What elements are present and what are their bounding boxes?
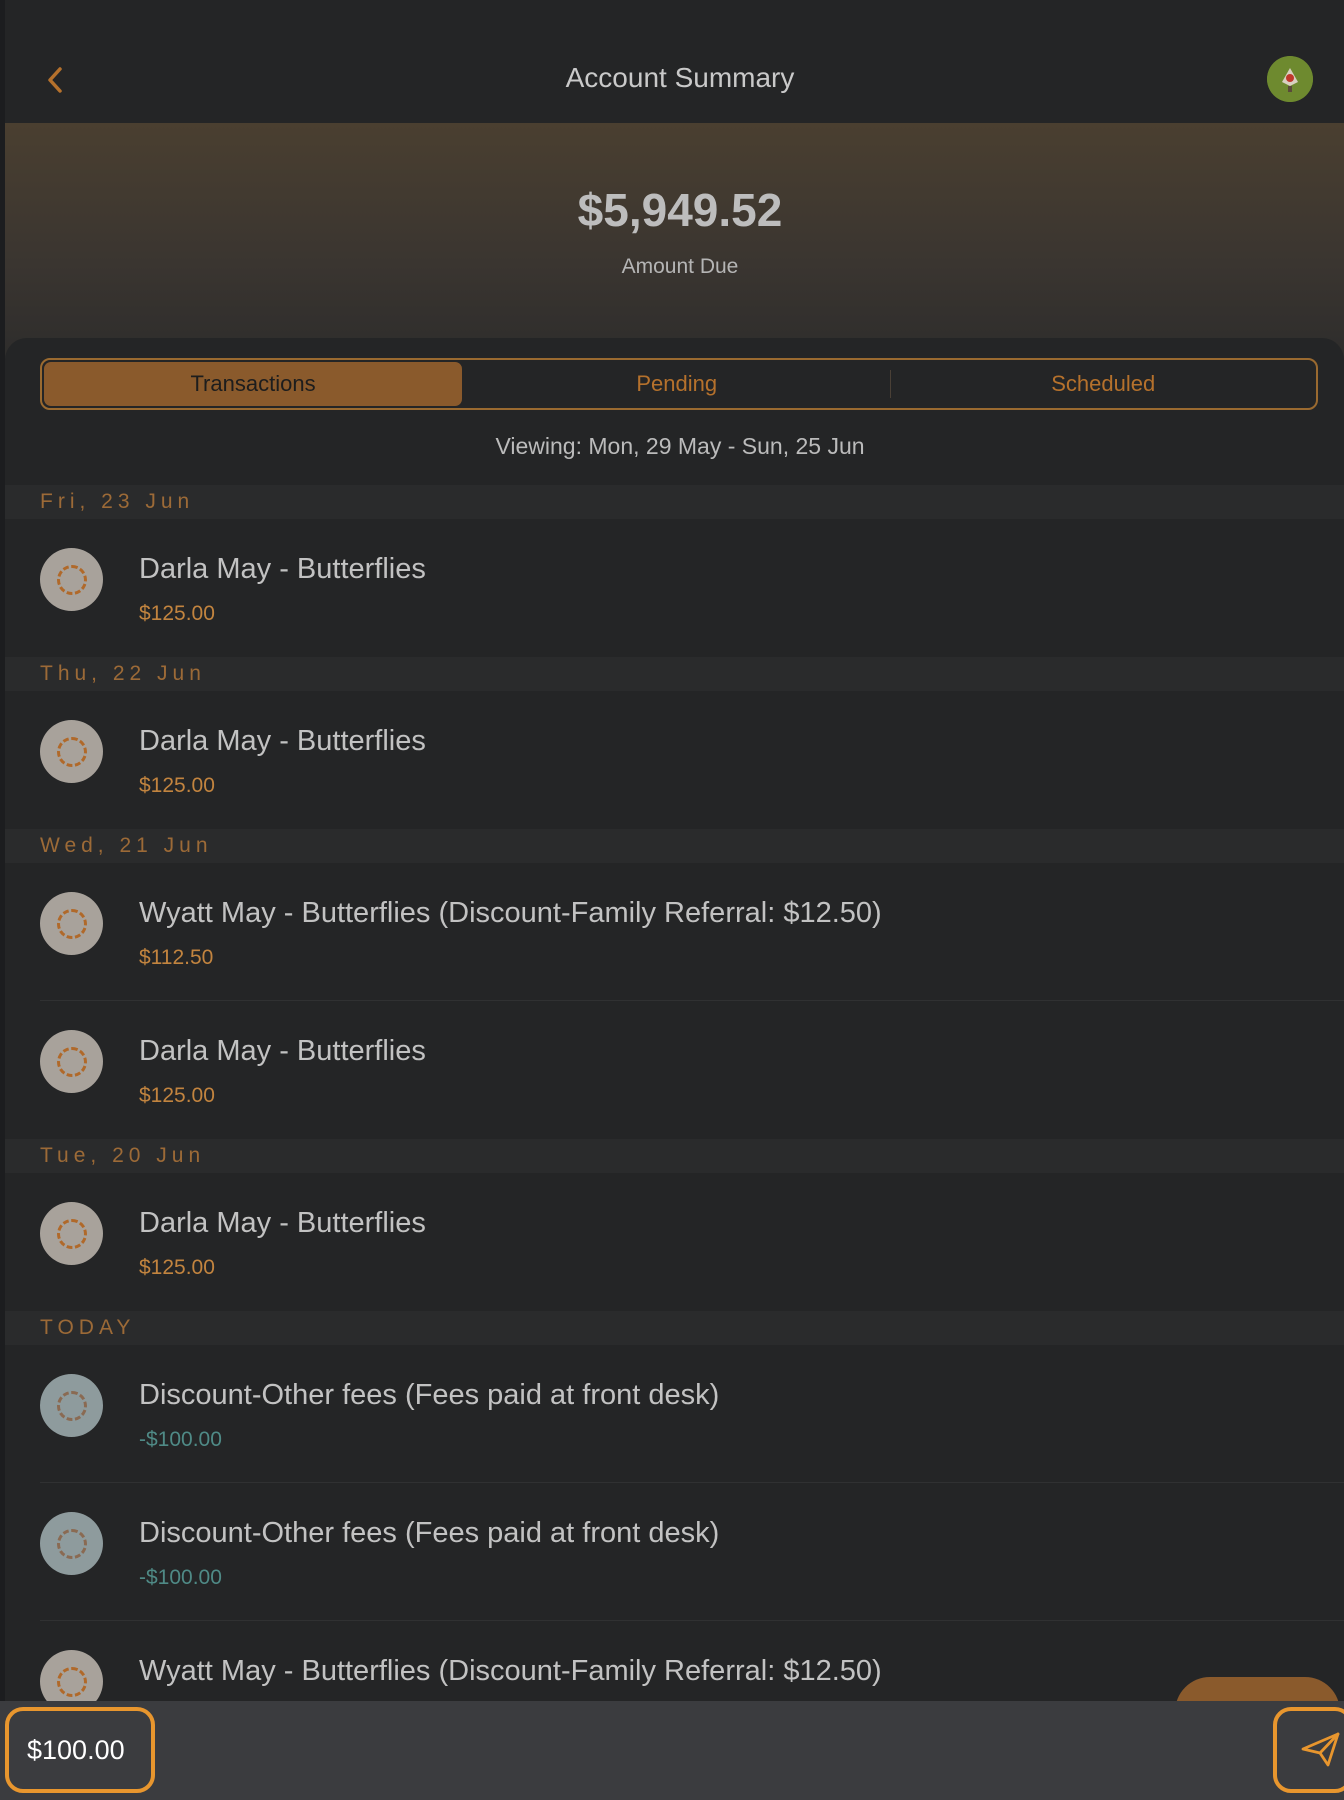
transaction-list: Fri, 23 Jun Darla May - Butterflies $125… <box>5 485 1344 1759</box>
item-title: Darla May - Butterflies <box>139 1035 426 1067</box>
item-amount: -$100.00 <box>139 1566 222 1589</box>
section-header: Tue, 20 Jun <box>5 1139 1344 1173</box>
pending-status-icon <box>40 1202 103 1265</box>
item-amount: $125.00 <box>139 774 215 797</box>
transactions-panel: Transactions Pending Scheduled Viewing: … <box>5 338 1344 1713</box>
item-amount: -$100.00 <box>139 1428 222 1451</box>
item-amount: $125.00 <box>139 1084 215 1107</box>
list-item[interactable]: Darla May - Butterflies $125.00 <box>5 691 1344 829</box>
pending-status-icon <box>40 548 103 611</box>
item-amount: $125.00 <box>139 1256 215 1279</box>
section-header: Fri, 23 Jun <box>5 485 1344 519</box>
paper-plane-icon <box>1301 1732 1340 1767</box>
item-amount: $112.50 <box>139 946 214 969</box>
avatar[interactable] <box>1267 56 1313 102</box>
nav-header: Account Summary <box>5 0 1344 123</box>
amount-due-banner: $5,949.52 Amount Due <box>5 123 1344 358</box>
pending-status-icon <box>40 1030 103 1093</box>
tab-scheduled[interactable]: Scheduled <box>891 360 1317 408</box>
section-header: TODAY <box>5 1311 1344 1345</box>
item-title: Discount-Other fees (Fees paid at front … <box>139 1517 720 1549</box>
pending-status-icon <box>40 720 103 783</box>
send-button[interactable] <box>1273 1707 1344 1793</box>
tab-transactions[interactable]: Transactions <box>44 362 462 406</box>
app-screen: Account Summary $5,949.52 Amount Due Tra… <box>5 0 1344 1800</box>
section-header: Wed, 21 Jun <box>5 829 1344 863</box>
pending-status-icon <box>40 892 103 955</box>
pending-status-icon <box>40 1512 103 1575</box>
pending-status-icon <box>40 1374 103 1437</box>
item-title: Darla May - Butterflies <box>139 725 426 757</box>
list-item[interactable]: Darla May - Butterflies $125.00 <box>5 1001 1344 1139</box>
amount-input-bar <box>0 1701 1344 1800</box>
item-amount: $125.00 <box>139 602 215 625</box>
amount-due-value: $5,949.52 <box>577 184 783 236</box>
date-range-label: Viewing: Mon, 29 May - Sun, 25 Jun <box>495 433 865 459</box>
page-title: Account Summary <box>565 62 795 93</box>
list-item[interactable]: Discount-Other fees (Fees paid at front … <box>5 1483 1344 1621</box>
amount-due-label: Amount Due <box>621 255 739 278</box>
list-item[interactable]: Wyatt May - Butterflies (Discount-Family… <box>5 863 1344 1001</box>
segmented-control: Transactions Pending Scheduled <box>40 358 1318 410</box>
list-item[interactable]: Darla May - Butterflies $125.00 <box>5 519 1344 657</box>
item-title: Wyatt May - Butterflies (Discount-Family… <box>139 1655 882 1687</box>
profile-logo-icon <box>1267 56 1313 102</box>
item-title: Discount-Other fees (Fees paid at front … <box>139 1379 720 1411</box>
list-item[interactable]: Darla May - Butterflies $125.00 <box>5 1173 1344 1311</box>
amount-input[interactable] <box>27 1734 137 1766</box>
item-title: Wyatt May - Butterflies (Discount-Family… <box>139 897 882 929</box>
list-item[interactable]: Discount-Other fees (Fees paid at front … <box>5 1345 1344 1483</box>
section-header: Thu, 22 Jun <box>5 657 1344 691</box>
item-title: Darla May - Butterflies <box>139 1207 426 1239</box>
amount-input-container[interactable] <box>5 1707 155 1793</box>
tab-pending[interactable]: Pending <box>464 360 890 408</box>
item-title: Darla May - Butterflies <box>139 553 426 585</box>
